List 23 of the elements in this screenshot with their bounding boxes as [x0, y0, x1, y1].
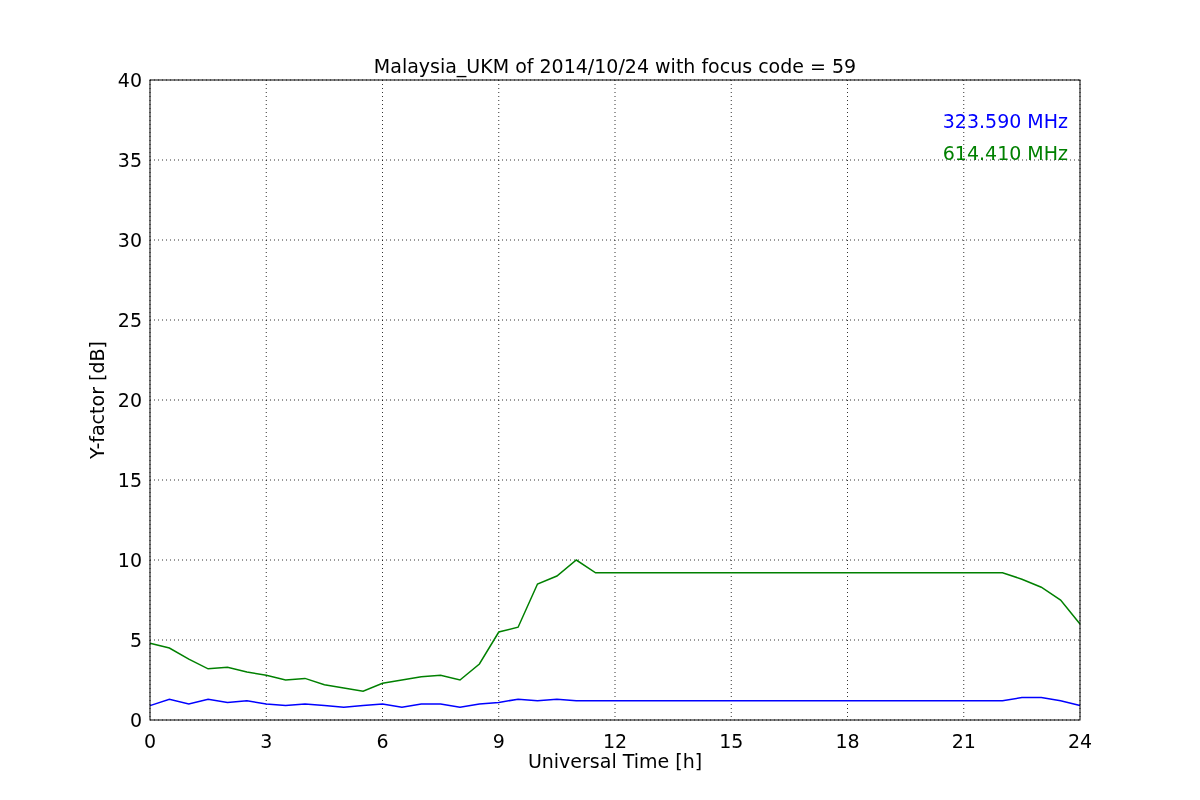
legend-label: 614.410 MHz: [942, 142, 1068, 164]
tick-label: 30: [117, 229, 142, 251]
tick-label: 0: [143, 730, 157, 752]
axis-label: Universal Time [h]: [527, 750, 703, 772]
tick-label: 25: [117, 309, 142, 331]
tick-label: 3: [260, 730, 273, 752]
tick-label: 10: [117, 549, 142, 571]
tick-label: 24: [1067, 730, 1093, 752]
tick-label: 6: [376, 730, 389, 752]
axis-label: Y-factor [dB]: [86, 341, 108, 459]
tick-label: 12: [602, 730, 628, 752]
tick-label: 21: [951, 730, 976, 752]
tick-label: 20: [117, 389, 142, 411]
tick-label: 15: [117, 469, 142, 491]
tick-label: 15: [719, 730, 744, 752]
tick-label: 9: [492, 730, 505, 752]
tick-label: 0: [129, 709, 142, 731]
tick-label: 5: [129, 629, 142, 651]
tick-label: 40: [117, 69, 142, 91]
tick-label: 18: [835, 730, 860, 752]
legend-label: 323.590 MHz: [942, 110, 1068, 132]
tick-label: 35: [117, 149, 142, 171]
chart-title: Malaysia_UKM of 2014/10/24 with focus code = 59: [373, 55, 857, 77]
